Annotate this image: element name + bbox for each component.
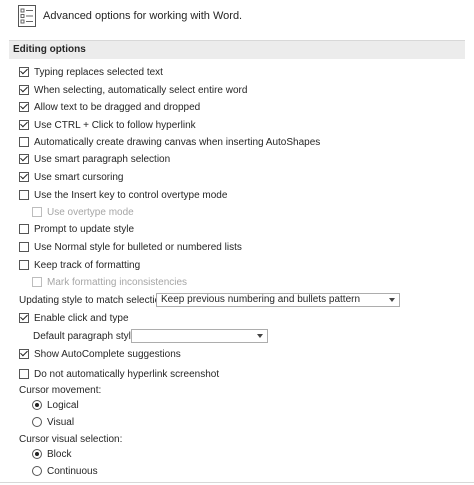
smart-paragraph-label: Use smart paragraph selection [34,153,171,165]
smart-paragraph-option[interactable]: Use smart paragraph selection [19,152,170,166]
typing-replaces-checkbox[interactable] [19,67,29,77]
no-hyperlink-label: Do not automatically hyperlink screensho… [34,368,220,380]
insert-key-checkbox[interactable] [19,190,29,200]
selection-continuous-label: Continuous [47,465,98,477]
typing-replaces-option[interactable]: Typing replaces selected text [19,65,163,79]
drag-drop-option[interactable]: Allow text to be dragged and dropped [19,100,200,114]
selection-block-option[interactable]: Block [32,447,71,461]
autocomplete-option[interactable]: Show AutoComplete suggestions [19,347,181,361]
selection-continuous-option[interactable]: Continuous [32,464,98,478]
cursor-logical-option[interactable]: Logical [32,398,79,412]
ctrl-click-option[interactable]: Use CTRL + Click to follow hyperlink [19,118,196,132]
chevron-down-icon[interactable] [389,298,395,302]
no-hyperlink-checkbox[interactable] [19,369,29,379]
cursor-visual-selection-label: Cursor visual selection: [19,434,123,445]
insert-key-label: Use the Insert key to control overtype m… [34,189,228,201]
page-title: Advanced options for working with Word. [43,10,243,22]
click-type-label: Enable click and type [34,312,129,324]
no-hyperlink-option[interactable]: Do not automatically hyperlink screensho… [19,367,219,381]
click-type-checkbox[interactable] [19,313,29,323]
typing-replaces-label: Typing replaces selected text [34,66,163,78]
selection-block-label: Block [47,448,72,460]
cursor-logical-radio[interactable] [32,400,42,410]
drawing-canvas-label: Automatically create drawing canvas when… [34,136,321,148]
drag-drop-checkbox[interactable] [19,102,29,112]
prompt-style-label: Prompt to update style [34,223,135,235]
autocomplete-checkbox[interactable] [19,349,29,359]
smart-cursoring-checkbox[interactable] [19,172,29,182]
select-entire-word-checkbox[interactable] [19,85,29,95]
prompt-style-option[interactable]: Prompt to update style [19,222,134,236]
smart-cursoring-option[interactable]: Use smart cursoring [19,170,123,184]
drag-drop-label: Allow text to be dragged and dropped [34,101,201,113]
cursor-logical-label: Logical [47,399,79,411]
mark-inconsistencies-checkbox [32,277,42,287]
insert-key-option[interactable]: Use the Insert key to control overtype m… [19,188,227,202]
cursor-visual-label: Visual [47,416,75,428]
chevron-down-icon[interactable] [257,334,263,338]
options-document-icon [18,5,36,27]
cursor-movement-label: Cursor movement: [19,385,102,396]
smart-cursoring-label: Use smart cursoring [34,171,124,183]
normal-style-checkbox[interactable] [19,242,29,252]
default-paragraph-select[interactable] [131,329,268,343]
mark-inconsistencies-label: Mark formatting inconsistencies [47,276,188,288]
overtype-mode-checkbox [32,207,42,217]
prompt-style-checkbox[interactable] [19,224,29,234]
ctrl-click-label: Use CTRL + Click to follow hyperlink [34,119,196,131]
cursor-visual-option[interactable]: Visual [32,415,74,429]
smart-paragraph-checkbox[interactable] [19,154,29,164]
section-title: Editing options [13,44,86,55]
keep-track-option[interactable]: Keep track of formatting [19,258,140,272]
mark-inconsistencies-option: Mark formatting inconsistencies [32,275,187,289]
header: Advanced options for working with Word. [0,0,474,36]
overtype-mode-label: Use overtype mode [47,206,134,218]
cursor-visual-radio[interactable] [32,417,42,427]
updating-style-label: Updating style to match selection: [19,295,169,306]
drawing-canvas-checkbox[interactable] [19,137,29,147]
select-entire-word-label: When selecting, automatically select ent… [34,84,248,96]
drawing-canvas-option[interactable]: Automatically create drawing canvas when… [19,135,320,149]
normal-style-option[interactable]: Use Normal style for bulleted or numbere… [19,240,242,254]
updating-style-value: Keep previous numbering and bullets patt… [161,294,361,305]
ctrl-click-checkbox[interactable] [19,120,29,130]
autocomplete-label: Show AutoComplete suggestions [34,348,181,360]
bottom-divider [0,482,474,483]
keep-track-checkbox[interactable] [19,260,29,270]
keep-track-label: Keep track of formatting [34,259,141,271]
click-type-option[interactable]: Enable click and type [19,311,129,325]
updating-style-select[interactable]: Keep previous numbering and bullets patt… [156,293,400,307]
select-entire-word-option[interactable]: When selecting, automatically select ent… [19,83,247,97]
section-header: Editing options [9,40,465,59]
selection-block-radio[interactable] [32,449,42,459]
selection-continuous-radio[interactable] [32,466,42,476]
normal-style-label: Use Normal style for bulleted or numbere… [34,241,242,253]
overtype-mode-option: Use overtype mode [32,205,134,219]
default-paragraph-label: Default paragraph style: [33,331,140,342]
